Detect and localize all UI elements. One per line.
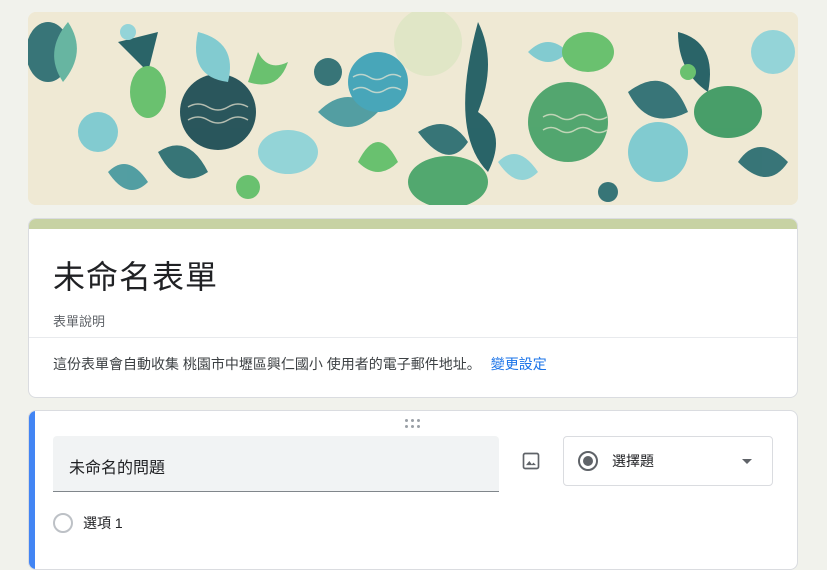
drag-handle-icon[interactable]	[405, 419, 421, 429]
email-collection-notice: 這份表單會自動收集 桃園市中壢區興仁國小 使用者的電子郵件地址。 變更設定	[53, 354, 547, 374]
header-banner-image	[28, 12, 798, 205]
add-image-button[interactable]	[517, 447, 545, 475]
radio-button-icon	[578, 451, 598, 471]
arrow-drop-down-icon	[742, 458, 752, 464]
theme-accent-bar	[29, 219, 797, 229]
change-settings-link[interactable]: 變更設定	[491, 356, 547, 372]
email-collection-text: 這份表單會自動收集 桃園市中壢區興仁國小 使用者的電子郵件地址。	[53, 356, 481, 372]
image-icon	[522, 452, 540, 470]
option-row[interactable]: 選項 1	[53, 513, 123, 533]
active-question-indicator	[29, 411, 35, 569]
form-description[interactable]: 表單說明	[53, 311, 105, 330]
question-type-dropdown[interactable]: 選擇題	[563, 436, 773, 486]
question-type-label: 選擇題	[612, 453, 654, 469]
question-title-input[interactable]: 未命名的問題	[53, 436, 499, 492]
form-title[interactable]: 未命名表單	[53, 252, 218, 298]
divider	[29, 337, 797, 338]
option-radio-icon[interactable]	[53, 513, 73, 533]
question-card[interactable]: 未命名的問題 選擇題 選項 1	[28, 410, 798, 570]
form-header-card[interactable]: 未命名表單 表單說明 這份表單會自動收集 桃園市中壢區興仁國小 使用者的電子郵件…	[28, 218, 798, 398]
option-label[interactable]: 選項 1	[83, 513, 123, 533]
